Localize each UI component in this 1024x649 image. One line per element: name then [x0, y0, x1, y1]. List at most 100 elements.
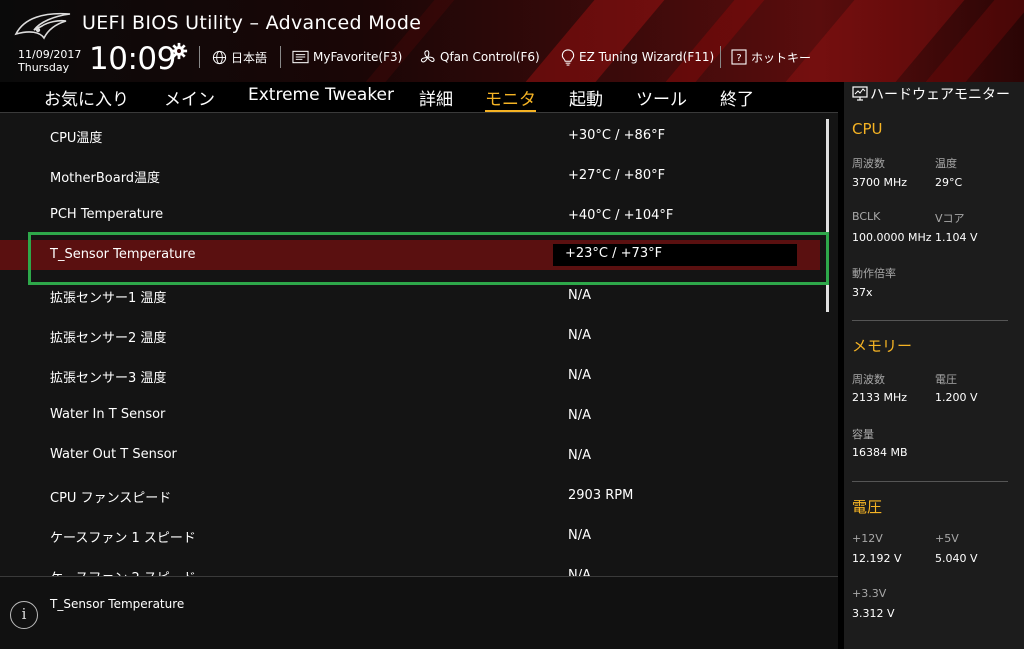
- date-text: 11/09/2017: [18, 48, 82, 61]
- mem-freq-value: 2133 MHz: [852, 391, 908, 404]
- v33-value: 3.312 V: [852, 607, 895, 620]
- list-item-case-fan-2[interactable]: ケースファン 2 スピード N/A: [0, 555, 820, 576]
- ez-tuning-wizard-label: EZ Tuning Wizard(F11): [579, 50, 715, 64]
- panel-title: ハードウェアモニター: [852, 86, 1020, 104]
- list-item-case-fan-1[interactable]: ケースファン 1 スピード N/A: [0, 515, 820, 555]
- header-separator: [199, 46, 200, 68]
- tab-extreme-tweaker[interactable]: Extreme Tweaker: [248, 85, 394, 105]
- item-label: 拡張センサー1 温度: [50, 291, 167, 306]
- tab-advanced[interactable]: 詳細: [419, 85, 453, 110]
- mem-capacity-label: 容量: [852, 428, 874, 441]
- list-item-ext-sensor-1[interactable]: 拡張センサー1 温度 N/A: [0, 275, 820, 315]
- header-separator: [720, 46, 721, 68]
- header-decoration: [525, 0, 665, 82]
- item-value: N/A: [568, 368, 591, 383]
- app-title: UEFI BIOS Utility – Advanced Mode: [82, 12, 422, 34]
- mem-freq-label: 周波数: [852, 373, 885, 386]
- scrollbar[interactable]: [826, 119, 829, 312]
- item-value: +30°C / +86°F: [568, 128, 666, 143]
- language-button[interactable]: 日本語: [212, 48, 267, 66]
- help-icon: ?: [731, 49, 747, 65]
- list-item-motherboard-temp[interactable]: MotherBoard温度 +27°C / +80°F: [0, 155, 820, 195]
- section-divider: [852, 481, 1008, 482]
- fan-icon: [420, 49, 435, 62]
- item-label: Water Out T Sensor: [50, 447, 177, 462]
- myfavorite-label: MyFavorite(F3): [313, 50, 403, 64]
- cpu-section-title: CPU: [852, 120, 883, 138]
- v12-label: +12V: [852, 532, 883, 545]
- tab-tool[interactable]: ツール: [636, 85, 687, 110]
- item-value: N/A: [568, 568, 591, 576]
- qfan-control-label: Qfan Control(F6): [440, 50, 540, 64]
- item-label: 拡張センサー3 温度: [50, 371, 167, 386]
- divider: [0, 112, 838, 113]
- hotkeys-label: ホットキー: [751, 50, 812, 65]
- myfavorite-button[interactable]: MyFavorite(F3): [292, 48, 402, 66]
- list-item-ext-sensor-3[interactable]: 拡張センサー3 温度 N/A: [0, 355, 820, 395]
- list-item-cpu-fan[interactable]: CPU ファンスピード 2903 RPM: [0, 475, 820, 515]
- bulb-icon: [561, 48, 575, 66]
- menu-bar: お気に入り メイン Extreme Tweaker 詳細 モニタ 起動 ツール …: [0, 82, 838, 112]
- item-value: N/A: [568, 328, 591, 343]
- monitor-icon: [852, 86, 868, 101]
- item-label: PCH Temperature: [50, 207, 164, 222]
- ratio-label: 動作倍率: [852, 267, 896, 280]
- list-item-t-sensor-temp[interactable]: T_Sensor Temperature +23°C / +73°F: [0, 240, 820, 270]
- bclk-label: BCLK: [852, 210, 881, 223]
- cpu-freq-label: 周波数: [852, 157, 885, 170]
- qfan-control-button[interactable]: Qfan Control(F6): [419, 48, 540, 66]
- monitor-list: CPU温度 +30°C / +86°F MotherBoard温度 +27°C …: [0, 112, 838, 576]
- tab-main[interactable]: メイン: [164, 85, 215, 110]
- list-item-ext-sensor-2[interactable]: 拡張センサー2 温度 N/A: [0, 315, 820, 355]
- ez-tuning-wizard-button[interactable]: EZ Tuning Wizard(F11): [561, 48, 714, 66]
- item-value: N/A: [568, 408, 591, 423]
- help-panel: i T_Sensor Temperature: [0, 576, 838, 649]
- item-label: ケースファン 1 スピード: [50, 531, 196, 546]
- panel-title-text: ハードウェアモニター: [870, 87, 1010, 103]
- globe-icon: [212, 50, 227, 64]
- gear-icon[interactable]: [170, 42, 188, 60]
- list-item-water-out[interactable]: Water Out T Sensor N/A: [0, 435, 820, 475]
- cpu-temp-value: 29°C: [935, 176, 963, 189]
- vcore-value: 1.104 V: [935, 231, 978, 244]
- hotkeys-button[interactable]: ? ホットキー: [731, 48, 811, 66]
- header-separator: [280, 46, 281, 68]
- help-text: T_Sensor Temperature: [50, 597, 185, 611]
- header-decoration: [665, 0, 765, 82]
- ratio-value: 37x: [852, 286, 873, 299]
- voltage-section-title: 電圧: [852, 498, 883, 516]
- list-item-water-in[interactable]: Water In T Sensor N/A: [0, 395, 820, 435]
- list-item-pch-temp[interactable]: PCH Temperature +40°C / +104°F: [0, 195, 820, 235]
- vcore-label: Vコア: [935, 212, 965, 225]
- memory-section-title: メモリー: [852, 337, 913, 355]
- mem-volt-label: 電圧: [935, 373, 957, 386]
- cpu-freq-value: 3700 MHz: [852, 176, 908, 189]
- v12-value: 12.192 V: [852, 552, 902, 565]
- list-item-cpu-temp[interactable]: CPU温度 +30°C / +86°F: [0, 115, 820, 155]
- item-value: N/A: [568, 528, 591, 543]
- favorite-icon: [292, 50, 309, 64]
- mem-capacity-value: 16384 MB: [852, 446, 908, 459]
- item-label: ケースファン 2 スピード: [50, 567, 196, 576]
- info-icon: i: [10, 601, 38, 629]
- clock: 10:09: [89, 41, 176, 77]
- cpu-temp-label: 温度: [935, 157, 957, 170]
- tab-exit[interactable]: 終了: [720, 85, 754, 110]
- svg-text:?: ?: [736, 53, 741, 64]
- v33-label: +3.3V: [852, 587, 887, 600]
- bclk-value: 100.0000 MHz: [852, 231, 932, 244]
- item-value: 2903 RPM: [568, 488, 634, 503]
- weekday-text: Thursday: [18, 61, 70, 74]
- tab-boot[interactable]: 起動: [569, 85, 603, 110]
- item-value: N/A: [568, 288, 591, 303]
- v5-value: 5.040 V: [935, 552, 978, 565]
- item-label: MotherBoard温度: [50, 171, 161, 186]
- title-bar: UEFI BIOS Utility – Advanced Mode 11/09/…: [0, 0, 1024, 82]
- item-value: +23°C / +73°F: [565, 246, 663, 261]
- section-divider: [852, 320, 1008, 321]
- item-label: CPU ファンスピード: [50, 491, 172, 506]
- mem-volt-value: 1.200 V: [935, 391, 978, 404]
- tab-favorites[interactable]: お気に入り: [44, 85, 129, 110]
- tab-monitor[interactable]: モニタ: [485, 85, 536, 112]
- hardware-monitor-panel: ハードウェアモニター CPU 周波数 温度 3700 MHz 29°C BCLK…: [844, 82, 1024, 649]
